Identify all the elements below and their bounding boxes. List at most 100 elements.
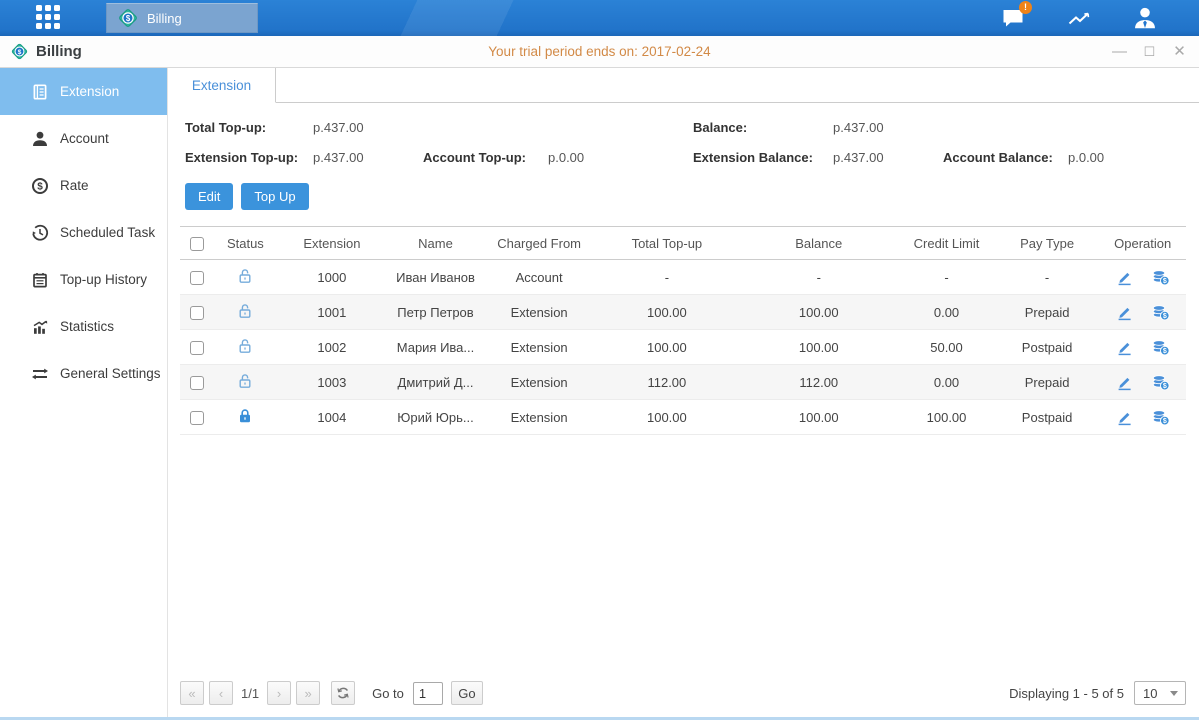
column-header-total-topup[interactable]: Total Top-up (594, 227, 739, 260)
displaying-text: Displaying 1 - 5 of 5 (1009, 686, 1124, 701)
sidebar-item-rate[interactable]: $ Rate (0, 162, 167, 209)
column-header-name[interactable]: Name (387, 227, 484, 260)
prev-page-button[interactable]: ‹ (209, 681, 233, 705)
cell-extension: 1004 (277, 400, 388, 435)
unlocked-icon[interactable] (237, 268, 253, 284)
cell-credit-limit: 100.00 (898, 400, 995, 435)
column-header-pay-type[interactable]: Pay Type (995, 227, 1100, 260)
table-row[interactable]: 1002 Мария Ива... Extension 100.00 100.0… (180, 330, 1186, 365)
sidebar-item-extension[interactable]: Extension (0, 68, 167, 115)
balance-label: Balance: (693, 120, 833, 135)
next-page-button[interactable]: › (267, 681, 291, 705)
cell-balance: 100.00 (739, 330, 898, 365)
cell-extension: 1002 (277, 330, 388, 365)
svg-text:$: $ (37, 181, 43, 192)
user-icon[interactable] (1131, 4, 1159, 32)
unlocked-icon[interactable] (237, 303, 253, 319)
cell-total-topup: 100.00 (594, 295, 739, 330)
row-checkbox[interactable] (190, 271, 204, 285)
dollar-circle-icon: $ (31, 177, 49, 195)
edit-pencil-icon[interactable] (1115, 408, 1133, 426)
cell-total-topup: 112.00 (594, 365, 739, 400)
column-header-status[interactable]: Status (214, 227, 276, 260)
top-up-coins-icon[interactable]: $ (1151, 408, 1170, 426)
unlocked-icon[interactable] (237, 373, 253, 389)
cell-credit-limit: 50.00 (898, 330, 995, 365)
cell-name: Дмитрий Д... (387, 365, 484, 400)
top-up-coins-icon[interactable]: $ (1151, 373, 1170, 391)
taskbar-tab-label: Billing (147, 11, 182, 26)
cell-total-topup: 100.00 (594, 400, 739, 435)
select-all-checkbox[interactable] (190, 237, 204, 251)
cell-credit-limit: - (898, 260, 995, 295)
last-page-button[interactable]: » (296, 681, 320, 705)
row-checkbox[interactable] (190, 341, 204, 355)
top-up-coins-icon[interactable]: $ (1151, 303, 1170, 321)
column-header-charged-from[interactable]: Charged From (484, 227, 595, 260)
maximize-button[interactable]: ☐ (1142, 45, 1157, 58)
cell-charged-from: Account (484, 260, 595, 295)
row-checkbox[interactable] (190, 376, 204, 390)
cell-total-topup: - (594, 260, 739, 295)
svg-text:$: $ (1163, 383, 1167, 390)
cell-credit-limit: 0.00 (898, 295, 995, 330)
chat-icon[interactable]: ! (999, 4, 1027, 32)
refresh-button[interactable] (331, 681, 355, 705)
sidebar-item-topup-history[interactable]: Top-up History (0, 256, 167, 303)
table-row[interactable]: 1004 Юрий Юрь... Extension 100.00 100.00… (180, 400, 1186, 435)
edit-pencil-icon[interactable] (1115, 303, 1133, 321)
top-up-coins-icon[interactable]: $ (1151, 268, 1170, 286)
taskbar-tab-billing[interactable]: $ Billing (106, 3, 258, 33)
app-grid-icon[interactable] (36, 5, 62, 31)
table-row[interactable]: 1000 Иван Иванов Account - - - - (180, 260, 1186, 295)
column-header-extension[interactable]: Extension (277, 227, 388, 260)
row-checkbox[interactable] (190, 306, 204, 320)
close-button[interactable]: ✕ (1172, 44, 1187, 59)
top-up-coins-icon[interactable]: $ (1151, 338, 1170, 356)
page-size-value: 10 (1135, 686, 1170, 701)
cell-name: Петр Петров (387, 295, 484, 330)
sidebar-item-scheduled-task[interactable]: Scheduled Task (0, 209, 167, 256)
top-system-bar: $ Billing ! (0, 0, 1199, 36)
table-row[interactable]: 1001 Петр Петров Extension 100.00 100.00… (180, 295, 1186, 330)
edit-button[interactable]: Edit (185, 183, 233, 210)
first-page-button[interactable]: « (180, 681, 204, 705)
sidebar-item-account[interactable]: Account (0, 115, 167, 162)
minimize-button[interactable]: — (1112, 44, 1127, 59)
sidebar-item-statistics[interactable]: Statistics (0, 303, 167, 350)
chart-icon[interactable] (1065, 4, 1093, 32)
row-checkbox[interactable] (190, 411, 204, 425)
column-header-balance[interactable]: Balance (739, 227, 898, 260)
cell-balance: - (739, 260, 898, 295)
page-size-select[interactable]: 10 (1134, 681, 1186, 705)
extensions-table: Status Extension Name Charged From Total… (180, 226, 1186, 678)
tab-extension[interactable]: Extension (168, 68, 276, 103)
svg-text:$: $ (1163, 418, 1167, 425)
sidebar-item-label: Extension (60, 84, 119, 99)
trial-notice: Your trial period ends on: 2017-02-24 (0, 44, 1199, 59)
billing-diamond-icon: $ (117, 7, 139, 29)
top-up-button[interactable]: Top Up (241, 183, 308, 210)
unlocked-icon[interactable] (237, 338, 253, 354)
billing-app-window: $ Billing ! (0, 0, 1199, 720)
locked-icon[interactable] (237, 408, 253, 424)
ledger-icon (31, 83, 49, 101)
extension-balance-value: p.437.00 (833, 150, 943, 165)
edit-pencil-icon[interactable] (1115, 338, 1133, 356)
sidebar-item-label: General Settings (60, 366, 161, 381)
edit-pencil-icon[interactable] (1115, 268, 1133, 286)
svg-text:$: $ (1163, 313, 1167, 320)
cell-credit-limit: 0.00 (898, 365, 995, 400)
go-button[interactable]: Go (451, 681, 483, 705)
column-header-credit-limit[interactable]: Credit Limit (898, 227, 995, 260)
chevron-down-icon (1170, 691, 1178, 696)
extension-topup-value: p.437.00 (313, 150, 423, 165)
goto-page-input[interactable] (413, 682, 443, 705)
table-row[interactable]: 1003 Дмитрий Д... Extension 112.00 112.0… (180, 365, 1186, 400)
cell-balance: 100.00 (739, 295, 898, 330)
edit-pencil-icon[interactable] (1115, 373, 1133, 391)
column-header-operation[interactable]: Operation (1099, 227, 1186, 260)
sidebar-item-general-settings[interactable]: General Settings (0, 350, 167, 397)
sliders-icon (31, 365, 49, 383)
cell-extension: 1001 (277, 295, 388, 330)
